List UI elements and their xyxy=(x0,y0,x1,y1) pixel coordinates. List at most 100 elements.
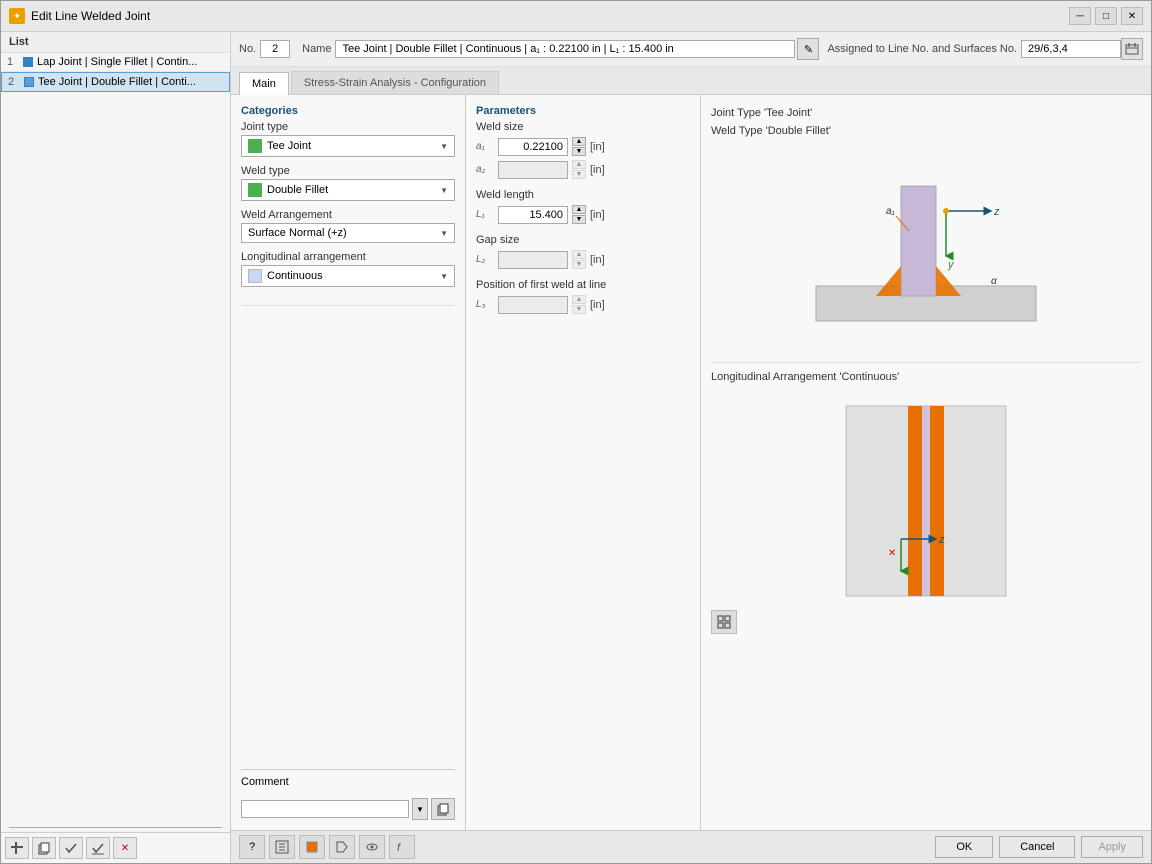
categories-title: Categories xyxy=(241,105,455,117)
a1-input[interactable] xyxy=(498,138,568,156)
list-item-icon xyxy=(23,57,33,67)
l2-input xyxy=(498,251,568,269)
ok-button[interactable]: OK xyxy=(935,836,993,858)
l3-label: L₃ xyxy=(476,299,494,310)
list-item-text: Tee Joint | Double Fillet | Conti... xyxy=(38,76,196,88)
delete-item-button[interactable]: ✕ xyxy=(113,837,137,859)
a2-label: a₂ xyxy=(476,164,494,175)
l1-decrement-button[interactable]: ▼ xyxy=(572,215,586,224)
weld-type-info: Weld Type 'Double Fillet' xyxy=(711,123,1141,141)
a1-decrement-button[interactable]: ▼ xyxy=(572,147,586,156)
weld-arrangement-value: Surface Normal (+z) xyxy=(248,227,347,239)
viz-settings-button[interactable] xyxy=(711,610,737,634)
a1-unit: [in] xyxy=(590,141,605,153)
help-button[interactable]: ? xyxy=(239,835,265,859)
chevron-down-icon: ▼ xyxy=(440,142,448,151)
longitudinal-arrangement-label: Longitudinal Arrangement 'Continuous' xyxy=(711,371,1141,383)
comment-dropdown-button[interactable]: ▼ xyxy=(412,798,428,820)
svg-text:✕: ✕ xyxy=(888,548,896,559)
weld-type-select[interactable]: Double Fillet ▼ xyxy=(241,179,455,201)
info-button[interactable] xyxy=(269,835,295,859)
name-label: Name xyxy=(302,43,331,55)
copy-item-button[interactable] xyxy=(32,837,56,859)
longitudinal-select[interactable]: Continuous ▼ xyxy=(241,265,455,287)
a2-input xyxy=(498,161,568,179)
visualization-column: Joint Type 'Tee Joint' Weld Type 'Double… xyxy=(701,95,1151,830)
eye-button[interactable] xyxy=(359,835,385,859)
position-label: Position of first weld at line xyxy=(476,279,690,291)
weld-size-section: Weld size a₁ ▲ ▼ [in] a₂ xyxy=(476,121,690,179)
viz-joint-info: Joint Type 'Tee Joint' Weld Type 'Double… xyxy=(711,105,1141,140)
close-button[interactable]: ✕ xyxy=(1121,7,1143,25)
svg-text:z: z xyxy=(938,534,945,546)
a2-unit: [in] xyxy=(590,164,605,176)
tab-bar: Main Stress-Strain Analysis - Configurat… xyxy=(231,67,1151,95)
assigned-label: Assigned to Line No. and Surfaces No. xyxy=(827,43,1017,55)
gap-size-label: Gap size xyxy=(476,234,690,246)
weld-arrangement-select[interactable]: Surface Normal (+z) ▼ xyxy=(241,223,455,243)
name-input[interactable] xyxy=(335,40,795,58)
joint-type-field: Joint type Tee Joint ▼ xyxy=(241,121,455,157)
list-item[interactable]: 2 Tee Joint | Double Fillet | Conti... xyxy=(1,72,230,92)
longitudinal-arrangement-section: Longitudinal Arrangement 'Continuous' xyxy=(711,362,1141,820)
weld-arrangement-label: Weld Arrangement xyxy=(241,209,455,221)
color-button[interactable] xyxy=(299,835,325,859)
apply-button[interactable]: Apply xyxy=(1081,836,1143,858)
app-icon: ✦ xyxy=(9,8,25,24)
tab-stress-strain[interactable]: Stress-Strain Analysis - Configuration xyxy=(291,71,499,94)
svg-text:α: α xyxy=(991,276,997,287)
list-toolbar: ✕ xyxy=(1,832,230,863)
top-fields: No. 2 Name ✎ Assigned to Line No. and Su… xyxy=(231,32,1151,67)
l1-label: L₁ xyxy=(476,209,494,220)
l3-decrement-button: ▼ xyxy=(572,305,586,314)
joint-type-info: Joint Type 'Tee Joint' xyxy=(711,105,1141,123)
l1-increment-button[interactable]: ▲ xyxy=(572,205,586,214)
joint-type-color xyxy=(248,139,262,153)
weld-size-label: Weld size xyxy=(476,121,690,133)
maximize-button[interactable]: □ xyxy=(1095,7,1117,25)
weld-type-label: Weld type xyxy=(241,165,455,177)
a1-label: a₁ xyxy=(476,141,494,152)
svg-text:f: f xyxy=(397,842,401,854)
edit-name-button[interactable]: ✎ xyxy=(797,38,819,60)
longitudinal-arrangement-field: Longitudinal arrangement Continuous ▼ xyxy=(241,251,455,287)
minimize-button[interactable]: ─ xyxy=(1069,7,1091,25)
no-label: No. xyxy=(239,43,256,55)
weld-arrangement-field: Weld Arrangement Surface Normal (+z) ▼ xyxy=(241,209,455,243)
chevron-down-icon3: ▼ xyxy=(440,229,448,238)
assigned-picker-button[interactable] xyxy=(1121,38,1143,60)
check-button[interactable] xyxy=(59,837,83,859)
tag-button[interactable] xyxy=(329,835,355,859)
l2-decrement-button: ▼ xyxy=(572,260,586,269)
footer: ? f xyxy=(231,830,1151,863)
check2-button[interactable] xyxy=(86,837,110,859)
comment-copy-button[interactable] xyxy=(431,798,455,820)
joint-type-select[interactable]: Tee Joint ▼ xyxy=(241,135,455,157)
function-button[interactable]: f xyxy=(389,835,415,859)
cancel-button[interactable]: Cancel xyxy=(999,836,1075,858)
longitudinal-color xyxy=(248,269,262,283)
a2-decrement-button: ▼ xyxy=(572,170,586,179)
assigned-input[interactable] xyxy=(1021,40,1121,58)
list-item[interactable]: 1 Lap Joint | Single Fillet | Contin... xyxy=(1,53,230,72)
categories-column: Categories Joint type Tee Joint ▼ xyxy=(231,95,466,830)
list-panel: List 1 Lap Joint | Single Fillet | Conti… xyxy=(1,32,231,863)
longitudinal-value: Continuous xyxy=(267,270,323,282)
l1-input[interactable] xyxy=(498,206,568,224)
l3-unit: [in] xyxy=(590,299,605,311)
a1-increment-button[interactable]: ▲ xyxy=(572,137,586,146)
tab-main[interactable]: Main xyxy=(239,72,289,95)
l2-label: L₂ xyxy=(476,254,494,265)
window-title: Edit Line Welded Joint xyxy=(31,9,150,23)
new-item-button[interactable] xyxy=(5,837,29,859)
comment-input[interactable] xyxy=(241,800,409,818)
joint-type-value: Tee Joint xyxy=(267,140,311,152)
weld-type-color xyxy=(248,183,262,197)
weld-length-label: Weld length xyxy=(476,189,690,201)
l3-input xyxy=(498,296,568,314)
gap-size-section: Gap size L₂ ▲ ▼ [in] xyxy=(476,234,690,269)
l2-unit: [in] xyxy=(590,254,605,266)
parameters-title: Parameters xyxy=(476,105,690,117)
list-items: 1 Lap Joint | Single Fillet | Contin... … xyxy=(1,53,230,823)
chevron-down-icon4: ▼ xyxy=(440,272,448,281)
